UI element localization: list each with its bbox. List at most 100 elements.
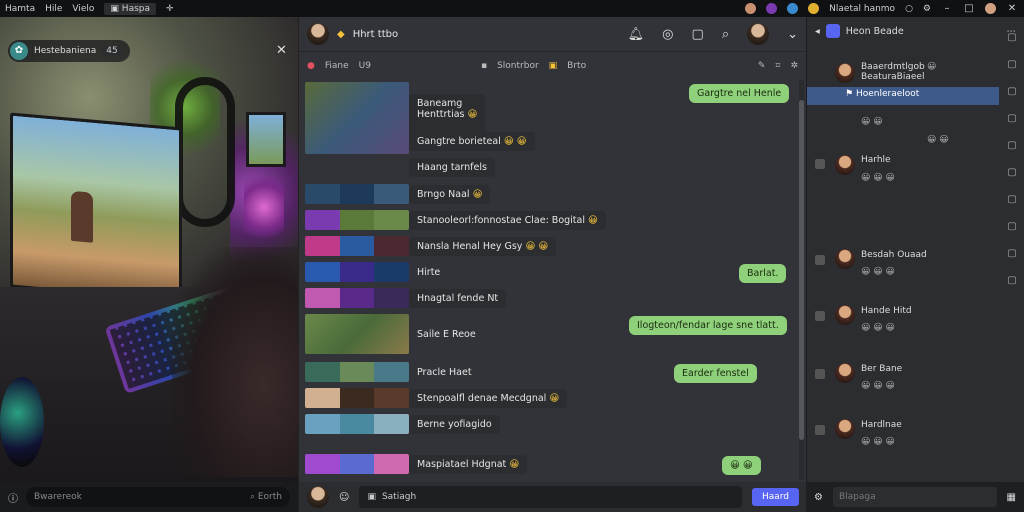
checkbox-icon[interactable] bbox=[815, 369, 825, 379]
avatar[interactable] bbox=[835, 155, 855, 175]
outgoing-message[interactable]: 😀 😀 bbox=[722, 456, 761, 475]
streamer-badge[interactable]: ✿ Hestebaniena 45 bbox=[8, 40, 130, 62]
avatar[interactable] bbox=[835, 63, 855, 83]
list-item[interactable]: Stanooleorl:fonnostae Clae: Bogital 😀 bbox=[305, 210, 606, 230]
chat-avatar[interactable] bbox=[307, 23, 329, 45]
menu-item-2[interactable]: Hile bbox=[45, 4, 62, 14]
member-name[interactable]: Harhle bbox=[861, 155, 891, 165]
member-name[interactable]: Hande Hitd bbox=[861, 306, 912, 316]
chat-input[interactable]: ▣ Satiagh bbox=[359, 486, 742, 508]
rail-icon-8[interactable]: ▢ bbox=[1007, 221, 1016, 232]
rail-icon-7[interactable]: ▢ bbox=[1007, 194, 1016, 205]
avatar[interactable] bbox=[835, 249, 855, 269]
left-search-input[interactable]: Bwarereok ⌕ Eorth bbox=[26, 487, 290, 507]
close-window-icon[interactable]: ✕ bbox=[1006, 3, 1018, 14]
edit-icon[interactable]: ✎ bbox=[758, 61, 766, 71]
rail-icon-10[interactable]: ▢ bbox=[1007, 275, 1016, 286]
chat-scrollbar[interactable] bbox=[799, 80, 804, 480]
rail-icon-5[interactable]: ▢ bbox=[1007, 140, 1016, 151]
list-item[interactable]: Brngo Naal 😀 bbox=[305, 184, 491, 204]
message-thumbnail bbox=[305, 454, 409, 474]
send-button[interactable]: Haard bbox=[751, 488, 799, 506]
app-window: Hamta Hile Vielo ▣ Haspa ✛ Nlaetal hanmo… bbox=[0, 0, 1024, 512]
sub-mid-icon: ▪ bbox=[480, 61, 488, 71]
back-arrow-icon[interactable]: ◂ bbox=[815, 26, 820, 37]
sidebar-title: Heon Beade bbox=[845, 25, 904, 37]
member-name[interactable]: Hardlnae bbox=[861, 420, 902, 430]
minimize-icon[interactable]: – bbox=[941, 3, 953, 14]
outgoing-message[interactable]: Gargtre nel Henle bbox=[689, 84, 790, 103]
maximize-icon[interactable]: □ bbox=[963, 3, 975, 14]
outgoing-message[interactable]: Barlat. bbox=[739, 264, 787, 283]
member-name[interactable]: Besdah Ouaad bbox=[861, 250, 927, 260]
active-tab[interactable]: ▣ Haspa bbox=[104, 2, 156, 15]
sub-mid2-label[interactable]: Brto bbox=[567, 61, 586, 71]
checkbox-icon[interactable] bbox=[815, 311, 825, 321]
message-text: Stenpoalfl denae Mecdgnal 😀 bbox=[409, 388, 568, 408]
attach-icon[interactable]: ▣ bbox=[367, 492, 376, 502]
grid-icon[interactable]: ▦ bbox=[1007, 492, 1016, 503]
list-item[interactable]: Hnagtal fende Nt bbox=[305, 288, 507, 308]
gear-icon[interactable]: ⚙ bbox=[814, 492, 823, 503]
message-thumbnail bbox=[305, 262, 409, 282]
rail-icon-9[interactable]: ▢ bbox=[1007, 248, 1016, 259]
right-icon-rail: ▢ ▢ ▢ ▢ ▢ ▢ ▢ ▢ ▢ ▢ bbox=[1004, 28, 1020, 468]
attachment-icon[interactable]: ⌗ bbox=[775, 61, 780, 71]
list-item[interactable]: Gangtre borieteal 😀 😀 bbox=[409, 132, 535, 151]
checkbox-icon[interactable] bbox=[815, 425, 825, 435]
my-avatar[interactable] bbox=[307, 486, 329, 508]
sub-mid-label[interactable]: Slontrbor bbox=[497, 61, 539, 71]
close-video-icon[interactable]: ✕ bbox=[276, 43, 287, 58]
list-item[interactable]: Saile E Reoe bbox=[305, 314, 484, 354]
avatar[interactable] bbox=[835, 419, 855, 439]
sidebar-input[interactable]: Blapaga bbox=[832, 487, 997, 507]
bell-icon[interactable]: 🔔︎ bbox=[628, 27, 645, 42]
menu-item-1[interactable]: Hamta bbox=[5, 4, 35, 14]
status-icon-purple[interactable] bbox=[766, 3, 778, 14]
video-stream[interactable]: ✿ Hestebaniena 45 ✕ bbox=[0, 17, 298, 482]
list-item[interactable]: Hirte bbox=[305, 262, 448, 282]
chevron-down-icon[interactable]: ⌄ bbox=[787, 27, 798, 42]
avatar[interactable] bbox=[835, 305, 855, 325]
status-icon-blue[interactable] bbox=[787, 3, 799, 14]
rail-icon-4[interactable]: ▢ bbox=[1007, 113, 1016, 124]
list-item[interactable]: Pracle Haet bbox=[305, 362, 480, 382]
selected-member-name[interactable]: ⚑ Hoenleraeloot bbox=[845, 89, 919, 99]
outgoing-message[interactable]: Earder fenstel bbox=[674, 364, 757, 383]
menu-item-3[interactable]: Vielo bbox=[72, 4, 94, 14]
profile-avatar[interactable] bbox=[985, 3, 996, 14]
sidebar-header: ◂ Heon Beade ⋯ bbox=[807, 17, 1024, 45]
list-item[interactable]: Berne yofiagido bbox=[305, 414, 500, 434]
list-item[interactable]: Maspiatael Hdgnat 😀 bbox=[305, 454, 528, 474]
left-bottom-bar: ⓘ Bwarereok ⌕ Eorth bbox=[0, 482, 298, 512]
settings-icon[interactable]: ⚙ bbox=[923, 4, 931, 14]
emoji-picker-icon[interactable]: ☺ bbox=[339, 492, 349, 503]
search-chat-icon[interactable]: ⌕ bbox=[722, 27, 729, 42]
mention-icon[interactable]: ◎ bbox=[662, 27, 673, 42]
rail-icon-3[interactable]: ▢ bbox=[1007, 86, 1016, 97]
record-icon[interactable]: ○ bbox=[905, 4, 913, 14]
list-item[interactable]: Haang tarnfels bbox=[409, 158, 495, 177]
avatar[interactable] bbox=[835, 363, 855, 383]
chat-profile-avatar[interactable] bbox=[747, 23, 770, 45]
user-name[interactable]: Nlaetal hanmo bbox=[829, 4, 895, 14]
inbox-icon[interactable]: ▢ bbox=[692, 27, 704, 42]
info-icon[interactable]: ⓘ bbox=[8, 490, 18, 505]
member-name[interactable]: Baaerdmtlgob BeaturaBiaeel bbox=[861, 62, 925, 82]
user-avatar-small[interactable] bbox=[745, 3, 757, 14]
streamer-name: Hestebaniena bbox=[34, 46, 97, 56]
list-item[interactable]: Nansla Henal Hey Gsy 😀 😀 bbox=[305, 236, 557, 256]
list-item[interactable]: Stenpoalfl denae Mecdgnal 😀 bbox=[305, 388, 568, 408]
status-icon-yellow[interactable] bbox=[808, 3, 820, 14]
settings-chat-icon[interactable]: ✲ bbox=[790, 61, 798, 71]
sub-left-label[interactable]: Fiane bbox=[325, 61, 349, 71]
outgoing-message[interactable]: Ilogteon/fendar lage sne tlatt. bbox=[629, 316, 787, 335]
member-name[interactable]: Ber Bane bbox=[861, 364, 902, 374]
message-thumbnail bbox=[305, 314, 409, 354]
pin-rail-icon[interactable]: ▢ bbox=[1007, 32, 1016, 43]
rail-icon-2[interactable]: ▢ bbox=[1007, 59, 1016, 70]
rail-icon-6[interactable]: ▢ bbox=[1007, 167, 1016, 178]
checkbox-icon[interactable] bbox=[815, 255, 825, 265]
checkbox-icon[interactable] bbox=[815, 159, 825, 169]
add-tab-icon[interactable]: ✛ bbox=[166, 4, 174, 14]
